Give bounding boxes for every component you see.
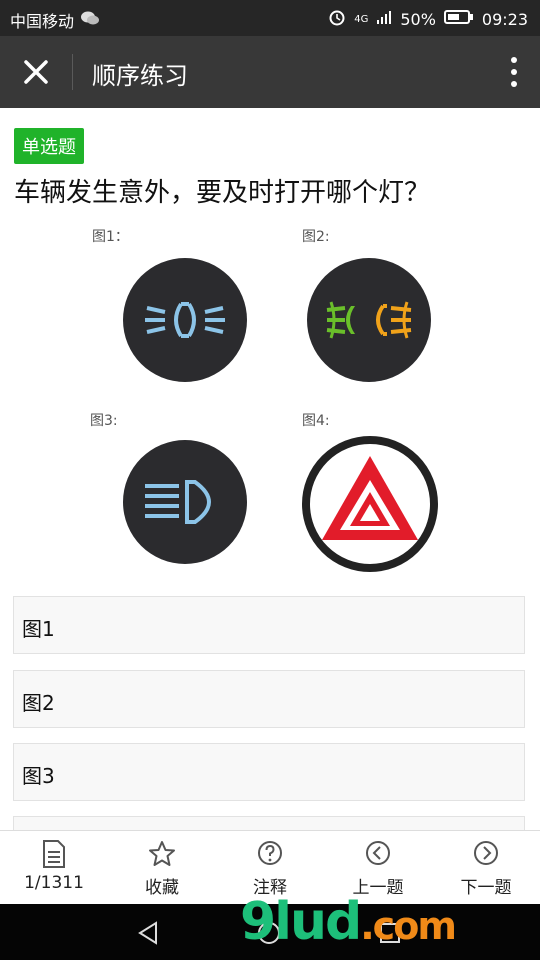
progress-button[interactable]: 1/1311: [0, 831, 108, 905]
status-bar: 中国移动 4G 50% 09:23: [0, 0, 540, 36]
high-beam-light-icon: [123, 440, 247, 564]
question-figure: 图1： 图2: 图3: 图4:: [84, 220, 464, 580]
chevron-right-circle-icon: [474, 841, 498, 865]
clock-time: 09:23: [481, 9, 528, 29]
figure-label-2: 图2:: [302, 229, 330, 245]
option-1[interactable]: 图1: [13, 596, 525, 654]
chevron-left-circle-icon: [366, 841, 390, 865]
battery-percent: 50%: [400, 9, 436, 29]
signal-icon: [376, 9, 392, 29]
battery-icon: [443, 9, 474, 29]
question-content: 单选题 车辆发生意外，要及时打开哪个灯？ 图1： 图2: 图3: 图4: 图1 …: [0, 108, 540, 874]
more-button[interactable]: [508, 54, 520, 90]
hazard-warning-icon: [300, 434, 440, 574]
figure-label-4: 图4:: [302, 413, 330, 429]
option-3[interactable]: 图3: [13, 743, 525, 801]
site-watermark: 9lud.com: [240, 892, 457, 952]
title-bar: 顺序练习: [0, 36, 540, 108]
progress-label: 1/1311: [24, 873, 84, 893]
option-2[interactable]: 图2: [13, 670, 525, 728]
close-icon: [24, 60, 48, 84]
page-title: 顺序练习: [92, 62, 188, 90]
favorite-label: 收藏: [145, 878, 179, 898]
fog-light-icon: [307, 258, 431, 382]
carrier-label: 中国移动: [10, 12, 75, 31]
back-triangle-icon[interactable]: [136, 920, 162, 946]
figure-label-1: 图1：: [92, 229, 129, 245]
title-divider: [72, 54, 73, 90]
alarm-icon: [328, 8, 346, 30]
low-beam-light-icon: [123, 258, 247, 382]
option-label: 图1: [22, 617, 55, 641]
wechat-icon: [80, 10, 100, 30]
question-circle-icon: [258, 841, 282, 865]
network-label: 4G: [354, 13, 369, 25]
question-text: 车辆发生意外，要及时打开哪个灯？: [14, 178, 431, 208]
document-icon: [43, 840, 65, 868]
watermark-text: 9lud: [240, 892, 362, 952]
favorite-button[interactable]: 收藏: [108, 831, 216, 905]
option-label: 图2: [22, 691, 55, 715]
figure-label-3: 图3:: [90, 413, 118, 429]
question-type-badge: 单选题: [14, 128, 84, 164]
option-label: 图3: [22, 764, 55, 788]
watermark-suffix: .com: [360, 904, 457, 948]
more-vertical-icon: [511, 57, 517, 87]
star-icon: [149, 841, 175, 866]
close-button[interactable]: [14, 50, 58, 94]
